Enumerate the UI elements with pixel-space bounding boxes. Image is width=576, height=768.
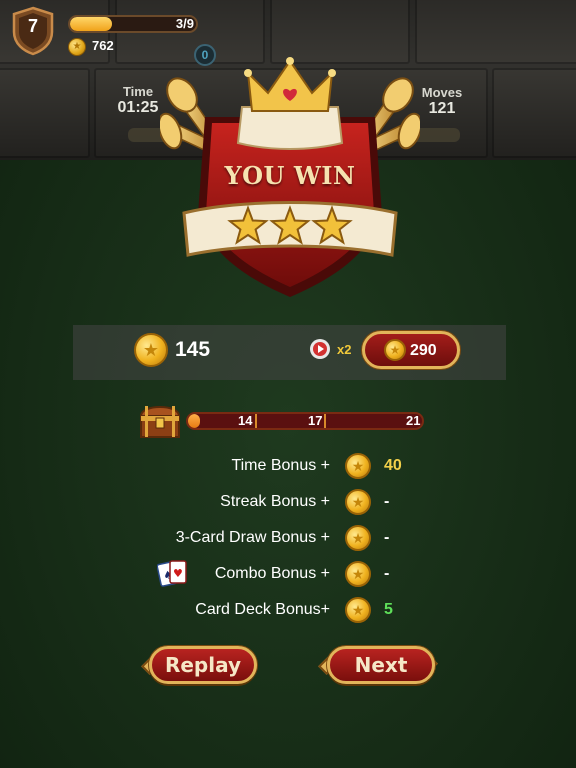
- coin-icon: [134, 333, 168, 367]
- chest-progress-bar: [186, 412, 424, 430]
- crown-icon: [244, 57, 336, 112]
- video-play-icon[interactable]: [310, 339, 330, 359]
- reward-amount: 145: [175, 338, 211, 361]
- bonus-label: 3-Card Draw Bonus +: [175, 529, 330, 546]
- bonus-value: -: [384, 529, 390, 546]
- svg-text:♥: ♥: [173, 567, 183, 580]
- bonus-value: -: [384, 493, 390, 510]
- doubled-reward-amount[interactable]: 290: [410, 342, 437, 360]
- coin-icon: [345, 561, 371, 587]
- level-number: 7: [27, 16, 38, 36]
- coin-icon: [345, 453, 371, 479]
- reward-multiplier: x2: [337, 342, 352, 357]
- bonus-value: 40: [384, 457, 402, 474]
- xp-progress-text: 3/9: [175, 16, 194, 31]
- milestone-label: 14: [238, 413, 253, 428]
- coin-icon: [384, 339, 406, 361]
- bonus-label: Card Deck Bonus+: [195, 601, 330, 618]
- coin-icon: [345, 597, 371, 623]
- milestone-tick: [255, 414, 257, 428]
- milestone-label: 17: [308, 413, 323, 428]
- bonus-label: Combo Bonus +: [214, 565, 330, 582]
- next-button[interactable]: Next: [327, 646, 435, 684]
- milestone-tick: [324, 414, 326, 428]
- coin-icon: [345, 489, 371, 515]
- bonus-label: Time Bonus +: [231, 457, 330, 474]
- coin-icon: [68, 38, 86, 56]
- treasure-chest-icon: [139, 406, 181, 438]
- bonus-label: Streak Bonus +: [220, 493, 330, 510]
- win-title: YOU WIN: [224, 161, 356, 190]
- milestone-label: 21: [406, 413, 421, 428]
- bonus-value: -: [384, 565, 390, 582]
- replay-button[interactable]: Replay: [149, 646, 257, 684]
- coin-balance: 762: [92, 38, 114, 53]
- coin-icon: [345, 525, 371, 551]
- playing-cards-icon: ♠ ♥: [157, 560, 187, 587]
- bonus-value: 5: [384, 601, 393, 618]
